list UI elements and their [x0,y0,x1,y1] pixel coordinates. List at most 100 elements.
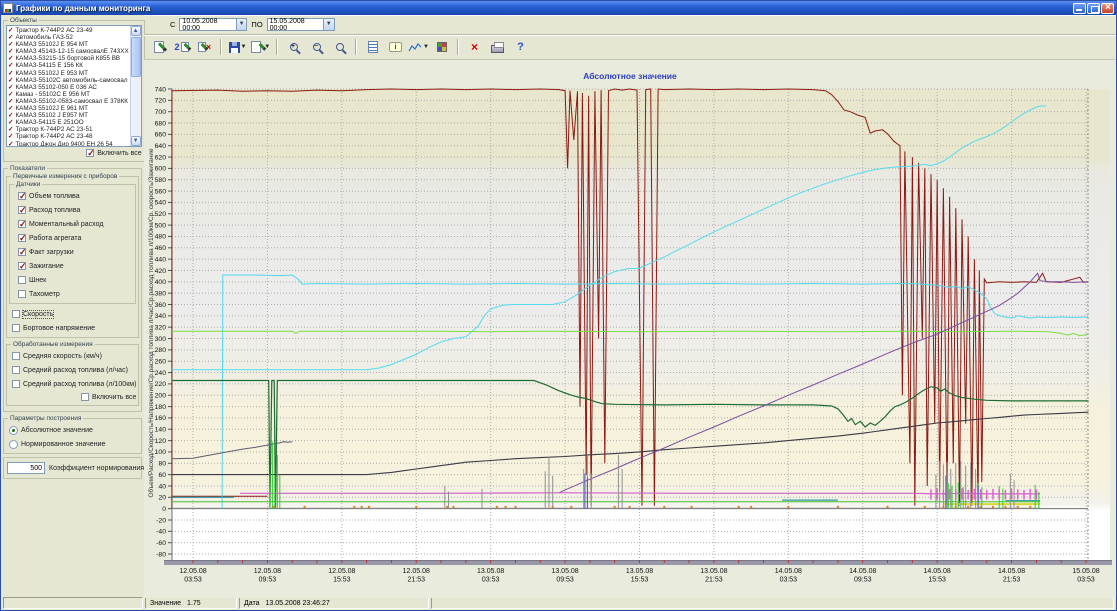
check-icon: ✓ [8,77,13,84]
save-icon[interactable]: ▼ [227,37,248,57]
checkbox-row[interactable]: Моментальный расход [12,217,133,231]
include-all-indicators-label: Включить все [92,394,136,401]
list-item[interactable]: ✓КАМАЗ-54115 Е 251ОО [8,119,129,126]
list-item[interactable]: ✓Трактор К-744Р2 АС 23-49 [8,27,129,34]
scroll-down-icon[interactable]: ▼ [131,136,141,146]
check-icon: ✓ [8,133,13,140]
list-item[interactable]: ✓КАМАЗ-53215-15 бортовой К855 ВВ [8,55,129,62]
checkbox[interactable] [18,220,26,228]
delete-icon[interactable]: × [464,37,485,57]
close-button[interactable] [1101,3,1114,14]
checkbox-row[interactable]: Зажигание [12,259,133,273]
minimize-button[interactable] [1073,3,1086,14]
list-item-label: КАМАЗ-55102С автомобиль-самосвал [15,77,127,84]
checkbox[interactable] [18,234,26,242]
radio-row[interactable]: Абсолютное значение [6,423,139,437]
radio-label: Абсолютное значение [21,427,93,434]
zoom-out-icon[interactable]: − [306,37,327,57]
orange-dots [504,506,506,508]
chevron-down-icon[interactable]: ▼ [236,19,247,30]
checkbox[interactable] [18,276,26,284]
include-all-indicators-checkbox[interactable] [81,393,89,401]
build-chart-icon[interactable] [148,37,169,57]
orange-dots [979,506,981,508]
checkbox[interactable] [18,206,26,214]
list-item[interactable]: ✓Камаз - 55102С Е 956 МТ [8,91,129,98]
list-item-label: КАМАЗ 55102J Е 954 МТ [15,41,88,48]
checkbox[interactable] [12,352,20,360]
rebuild-chart-icon[interactable]: 2 [171,37,192,57]
zoom-in-icon[interactable]: + [283,37,304,57]
checkbox[interactable] [12,324,20,332]
list-item[interactable]: ✓Автомобиль ГАЗ-52 [8,34,129,41]
list-item[interactable]: ✓КАМАЗ 55102-050 Е 036 АС [8,84,129,91]
checkbox-row[interactable]: Расход топлива [12,203,133,217]
checkbox-row[interactable]: Скорость [9,307,136,321]
help-icon[interactable]: ? [510,37,531,57]
print-icon[interactable] [487,37,508,57]
checkbox[interactable] [12,380,20,388]
checkbox-label: Средний расход топлива (л/час) [23,367,128,374]
chart-type-icon[interactable]: ▼ [408,37,429,57]
check-icon: ✓ [8,105,13,112]
list-item[interactable]: ✓КАМАЗ 55102J Е 953 МТ [8,70,129,77]
report-icon[interactable] [362,37,383,57]
orange-dots [992,506,994,508]
list-item[interactable]: ✓Трактор К-744Р2 АС 23-51 [8,126,129,133]
orange-dots [738,506,740,508]
list-item[interactable]: ✓КАМАЗ 55102J Е 961 МТ [8,105,129,112]
objects-scrollbar[interactable]: ▲ ▼ [130,26,141,146]
from-date-combo[interactable]: 10.05.2008 00:00 ▼ [179,18,247,31]
checkbox-row[interactable]: Работа агрегата [12,231,133,245]
check-icon: ✓ [8,70,13,77]
checkbox-row[interactable]: Объем топлива [12,189,133,203]
chevron-down-icon[interactable]: ▼ [241,44,247,50]
clear-chart-icon[interactable]: × [194,37,215,57]
y-tick-label: 660 [155,132,167,139]
list-item[interactable]: ✓Трактор Джон Дир 9400 ЕН 26 54 [8,141,129,148]
hint-icon[interactable]: i [385,37,406,57]
scroll-thumb[interactable] [131,37,141,77]
list-item[interactable]: ✓КАМАЗ 55102 J Е957 МТ [8,112,129,119]
to-date-combo[interactable]: 15.05.2008 00:00 ▼ [267,18,335,31]
list-item[interactable]: ✓КАМАЗ-55102-0583-самосвал Е 378КК [8,98,129,105]
checkbox-row[interactable]: Шнек [12,273,133,287]
list-item[interactable]: ✓КАМАЗ-55102С автомобиль-самосвал [8,77,129,84]
orange-dots [360,506,362,508]
radio-button[interactable] [9,426,18,435]
status-value-label: Значение [150,600,181,607]
radio-row[interactable]: Нормированное значение [6,437,139,451]
checkbox[interactable] [18,290,26,298]
checkbox[interactable] [18,192,26,200]
radio-button[interactable] [9,440,18,449]
palette-icon[interactable] [431,37,452,57]
chart-svg[interactable]: -80-60-40-200204060801001201401601802002… [144,60,1117,598]
restore-button[interactable] [1087,3,1100,14]
checkbox[interactable] [12,366,20,374]
list-item[interactable]: ✓КАМАЗ-54115 Е 156 КК [8,62,129,69]
checkbox-row[interactable]: Средний расход топлива (л/100км) [9,377,136,391]
y-tick-label: 200 [155,393,167,400]
zoom-reset-icon[interactable] [329,37,350,57]
list-item[interactable]: ✓КАМАЗ 45143-12-15 самосвалЕ 743ХХ [8,48,129,55]
coefficient-input[interactable] [7,462,45,474]
list-item[interactable]: ✓КАМАЗ 55102J Е 954 МТ [8,41,129,48]
chevron-down-icon[interactable]: ▼ [423,44,429,50]
checkbox-row[interactable]: Средний расход топлива (л/час) [9,363,136,377]
copy-chart-icon[interactable]: ▼ [250,37,271,57]
checkbox-row[interactable]: Средняя скорость (км/ч) [9,349,136,363]
checkbox-row[interactable]: Тахометр [12,287,133,301]
chart-title: Абсолютное значение [583,71,677,81]
checkbox[interactable] [18,262,26,270]
checkbox[interactable] [18,248,26,256]
checkbox-row[interactable]: Факт загрузки [12,245,133,259]
include-all-objects-checkbox[interactable] [86,149,94,157]
chevron-down-icon[interactable]: ▼ [323,19,334,30]
extra-indicators-list: СкоростьБортовое напряжение [9,307,136,335]
checkbox-row[interactable]: Бортовое напряжение [9,321,136,335]
list-item[interactable]: ✓Трактор К-744Р2 АС 23-48 [8,133,129,140]
checkbox[interactable] [12,310,20,318]
chart-area[interactable]: -80-60-40-200204060801001201401601802002… [144,60,1116,598]
objects-list[interactable]: ▲ ▼ ✓Трактор К-744Р2 АС 23-49✓Автомобиль… [6,25,142,147]
scroll-up-icon[interactable]: ▲ [131,26,141,36]
